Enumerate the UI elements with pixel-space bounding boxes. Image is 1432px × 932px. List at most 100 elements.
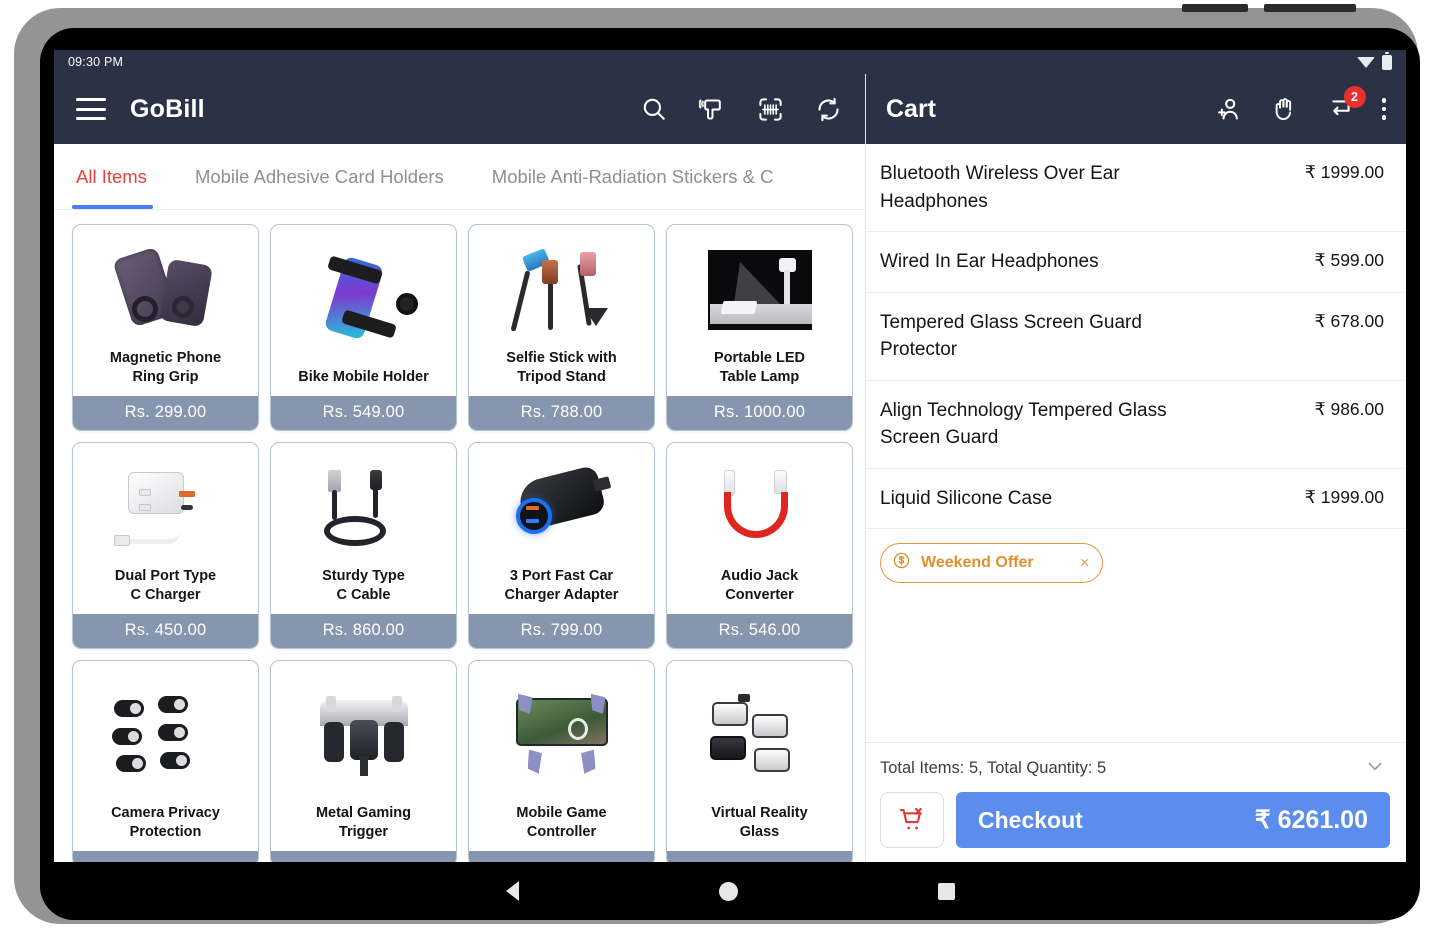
cart-header: Cart 2 <box>866 74 1406 144</box>
product-grid: Magnetic Phone Ring Grip Rs. 299.00 Bike… <box>54 210 865 862</box>
cart-item-row[interactable]: Liquid Silicone Case ₹ 1999.00 <box>866 469 1406 530</box>
product-price: Rs. 799.00 <box>469 614 654 648</box>
cart-pane: Cart 2 Bluetooth Wireless Over Ear Headp… <box>865 74 1406 862</box>
hamburger-menu-icon[interactable] <box>76 98 106 120</box>
offer-chip-container: Weekend Offer × <box>866 529 1406 584</box>
back-triangle-icon[interactable] <box>505 881 519 901</box>
cart-item-price: ₹ 599.00 <box>1314 250 1384 271</box>
discount-coin-icon <box>892 551 911 575</box>
product-image <box>469 443 654 567</box>
cart-item-name: Liquid Silicone Case <box>880 487 1053 509</box>
cart-item-price: ₹ 678.00 <box>1314 310 1384 331</box>
cart-item-price: ₹ 1999.00 <box>1304 162 1384 182</box>
android-navigation-bar <box>54 862 1406 920</box>
product-image <box>667 661 852 804</box>
cart-item-row[interactable]: Bluetooth Wireless Over Ear Headphones ₹… <box>866 144 1406 233</box>
close-icon[interactable]: × <box>1080 553 1090 573</box>
product-card[interactable]: Camera Privacy Protection <box>72 660 259 862</box>
cart-item-row[interactable]: Align Technology Tempered Glass Screen G… <box>866 381 1406 469</box>
product-name: Magnetic Phone Ring Grip <box>109 350 222 385</box>
product-image <box>469 661 654 804</box>
product-name: Mobile Game Controller <box>516 805 607 840</box>
product-price: Rs. 549.00 <box>271 396 456 430</box>
barcode-scan-icon[interactable] <box>755 94 785 124</box>
product-image <box>271 661 456 804</box>
product-card[interactable]: Portable LED Table Lamp Rs. 1000.00 <box>666 224 853 431</box>
home-circle-icon[interactable] <box>718 881 738 901</box>
product-card[interactable]: Audio Jack Converter Rs. 546.00 <box>666 442 853 649</box>
cart-item-row[interactable]: Wired In Ear Headphones ₹ 599.00 <box>866 232 1406 293</box>
checkout-button[interactable]: Checkout ₹ 6261.00 <box>956 792 1390 848</box>
cart-items-list[interactable]: Bluetooth Wireless Over Ear Headphones ₹… <box>866 144 1406 742</box>
hold-hand-icon[interactable] <box>1270 94 1300 124</box>
product-image <box>271 443 456 567</box>
product-price: Rs. 299.00 <box>73 396 258 430</box>
product-card[interactable]: Magnetic Phone Ring Grip Rs. 299.00 <box>72 224 259 431</box>
product-name: Portable LED Table Lamp <box>713 350 806 385</box>
product-price <box>73 851 258 862</box>
product-image <box>73 661 258 804</box>
volume-button[interactable] <box>1182 4 1248 12</box>
product-card[interactable]: Sturdy Type C Cable Rs. 860.00 <box>270 442 457 649</box>
cart-item-name: Align Technology Tempered Glass Screen G… <box>880 399 1167 449</box>
totals-row: Total Items: 5, Total Quantity: 5 <box>866 743 1406 782</box>
weekend-offer-chip[interactable]: Weekend Offer × <box>880 543 1103 584</box>
product-card[interactable]: Selfie Stick with Tripod Stand Rs. 788.0… <box>468 224 655 431</box>
cart-header-actions: 2 <box>1214 86 1386 124</box>
product-grid-scroll[interactable]: Magnetic Phone Ring Grip Rs. 299.00 Bike… <box>54 210 865 862</box>
checkout-amount: ₹ 6261.00 <box>1254 806 1368 834</box>
product-image <box>667 443 852 567</box>
panes-container: GoBill All Items Mobile Adhesive Card Ho… <box>54 74 1406 862</box>
product-name: Bike Mobile Holder <box>298 368 429 385</box>
catalog-pane: GoBill All Items Mobile Adhesive Card Ho… <box>54 74 865 862</box>
product-price: Rs. 788.00 <box>469 396 654 430</box>
cart-title: Cart <box>886 94 937 123</box>
status-time: 09:30 PM <box>68 55 124 69</box>
product-image <box>469 225 654 349</box>
product-name: Sturdy Type C Cable <box>322 568 405 603</box>
product-card[interactable]: Mobile Game Controller <box>468 660 655 862</box>
product-card[interactable]: Metal Gaming Trigger <box>270 660 457 862</box>
barcode-scanner-gun-icon[interactable] <box>697 94 727 124</box>
chevron-down-icon[interactable] <box>1364 755 1386 782</box>
footer-actions: Checkout ₹ 6261.00 <box>866 782 1406 848</box>
remove-cart-icon[interactable] <box>880 792 944 848</box>
product-price: Rs. 860.00 <box>271 614 456 648</box>
tab-all-items[interactable]: All Items <box>54 144 171 209</box>
product-name: Selfie Stick with Tripod Stand <box>506 350 617 385</box>
add-customer-icon[interactable] <box>1214 94 1244 124</box>
tab-mobile-anti-radiation-stickers[interactable]: Mobile Anti-Radiation Stickers & C <box>468 144 798 209</box>
refresh-sync-icon[interactable] <box>813 94 843 124</box>
app-bar-actions <box>639 94 843 124</box>
tablet-device-frame: 09:30 PM GoBill All Items Mobile Adhesiv… <box>14 4 1420 924</box>
screen: 09:30 PM GoBill All Items Mobile Adhesiv… <box>54 50 1406 862</box>
status-bar: 09:30 PM <box>54 50 1406 74</box>
hold-return-icon[interactable]: 2 <box>1326 86 1366 124</box>
product-name: 3 Port Fast Car Charger Adapter <box>504 568 619 603</box>
power-button[interactable] <box>1264 4 1356 12</box>
battery-icon <box>1382 51 1392 70</box>
product-price: Rs. 1000.00 <box>667 396 852 430</box>
search-icon[interactable] <box>639 94 669 124</box>
product-name: Metal Gaming Trigger <box>315 805 412 840</box>
product-card[interactable]: 3 Port Fast Car Charger Adapter Rs. 799.… <box>468 442 655 649</box>
product-card[interactable]: Bike Mobile Holder Rs. 549.00 <box>270 224 457 431</box>
overflow-menu-icon[interactable] <box>1381 98 1386 120</box>
product-price <box>271 851 456 862</box>
cart-footer: Total Items: 5, Total Quantity: 5 Checko… <box>866 742 1406 862</box>
cart-item-row[interactable]: Tempered Glass Screen Guard Protector ₹ … <box>866 293 1406 381</box>
cart-item-name: Wired In Ear Headphones <box>880 251 1099 273</box>
app-title: GoBill <box>130 94 205 123</box>
device-body: 09:30 PM GoBill All Items Mobile Adhesiv… <box>40 28 1420 920</box>
product-image <box>667 225 852 349</box>
product-name: Virtual Reality Glass <box>711 805 808 840</box>
product-card[interactable]: Virtual Reality Glass <box>666 660 853 862</box>
product-card[interactable]: Dual Port Type C Charger Rs. 450.00 <box>72 442 259 649</box>
product-image <box>73 443 258 567</box>
product-price: Rs. 546.00 <box>667 614 852 648</box>
recents-square-icon[interactable] <box>937 882 955 900</box>
tab-mobile-adhesive-card-holders[interactable]: Mobile Adhesive Card Holders <box>171 144 468 209</box>
status-indicators <box>1357 51 1392 70</box>
category-tabs[interactable]: All Items Mobile Adhesive Card Holders M… <box>54 144 865 210</box>
product-image <box>271 225 456 368</box>
